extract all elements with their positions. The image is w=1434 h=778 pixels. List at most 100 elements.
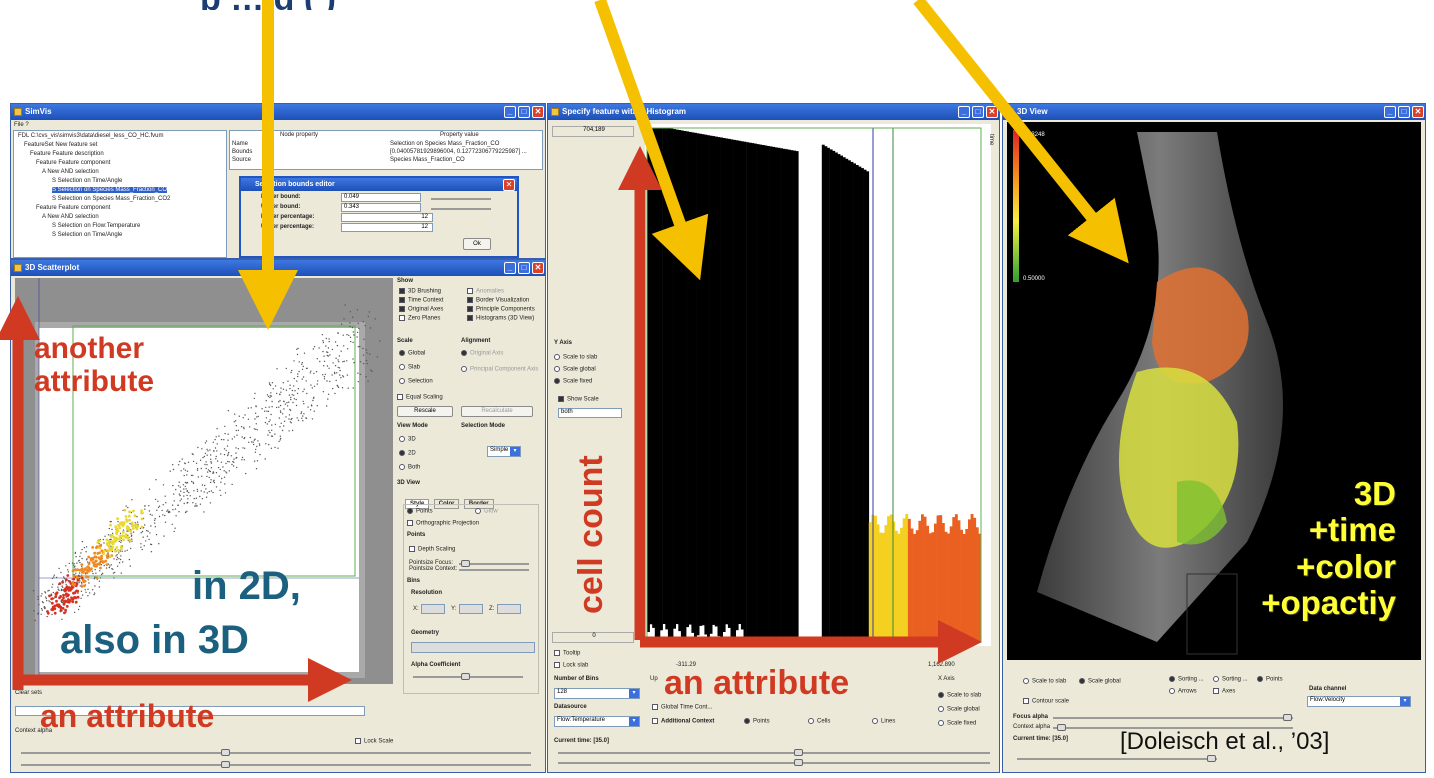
show-option-checkbox[interactable]: Histograms (3D View)	[467, 315, 534, 322]
additional-context-checkbox[interactable]: Additional Context	[652, 718, 714, 725]
histogram-time-slider-2[interactable]	[558, 759, 990, 766]
tree-node[interactable]: S Selection on Species Mass_Fraction_CO	[52, 187, 168, 193]
tree-node[interactable]: FeatureSet New feature set	[24, 142, 97, 148]
radio-option[interactable]: Slab	[399, 364, 420, 371]
ok-button[interactable]: Ok	[463, 238, 491, 250]
pointsize-context-slider[interactable]	[459, 569, 529, 571]
histogram-canvas[interactable]	[645, 124, 991, 646]
radio-option[interactable]: Global	[399, 350, 425, 357]
sorting-option-radio[interactable]: Sorting ...	[1169, 676, 1204, 683]
tree-node[interactable]: Feature Feature component	[36, 205, 110, 211]
close-button[interactable]: ✕	[1412, 106, 1424, 118]
close-button[interactable]: ✕	[532, 262, 544, 274]
glyph-option[interactable]: Arrows	[1169, 688, 1197, 695]
minimize-button[interactable]: _	[1384, 106, 1396, 118]
radio-option[interactable]: Scale global	[938, 706, 980, 713]
tree-node[interactable]: S Selection on Species Mass_Fraction_CO2	[52, 196, 170, 202]
lock-slab-checkbox[interactable]: Lock slab	[554, 662, 588, 669]
label-also-3d: also in 3D	[60, 618, 249, 662]
bounds-value-field[interactable]: 0.049	[341, 193, 421, 202]
bounds-value-field[interactable]: 12	[341, 213, 433, 222]
sorting-option-radio[interactable]: Points	[1257, 676, 1283, 683]
pointsize-focus-slider[interactable]	[459, 560, 529, 567]
radio-option[interactable]: Scale fixed	[554, 378, 592, 385]
sorting-option-radio[interactable]: Sorting ...	[1213, 676, 1248, 683]
tree-node[interactable]: A New AND selection	[42, 214, 99, 220]
radio-option[interactable]: Both	[399, 464, 420, 471]
lower-bound-slider[interactable]	[431, 198, 491, 200]
bounds-value-field[interactable]: 12	[341, 223, 433, 232]
show-option-checkbox[interactable]: Time Context	[399, 297, 443, 304]
close-button[interactable]: ✕	[986, 106, 998, 118]
minimize-button[interactable]: _	[958, 106, 970, 118]
show-option-checkbox[interactable]: Principle Components	[467, 306, 535, 313]
radio-option[interactable]: Principal Component Axis	[461, 366, 538, 373]
maximize-button[interactable]: □	[972, 106, 984, 118]
radio-option[interactable]: Original Axis	[461, 350, 503, 357]
tree-node[interactable]: Feature Feature description	[30, 151, 104, 157]
style-points-radio[interactable]: Points	[407, 508, 433, 515]
show-option-checkbox[interactable]: 3D Brushing	[399, 288, 441, 295]
depth-scaling-checkbox[interactable]: Depth Scaling	[409, 546, 455, 553]
upper-bound-slider[interactable]	[431, 208, 491, 210]
res-axis-field[interactable]	[497, 604, 521, 614]
datasource-select[interactable]: Flow:Temperature ▾	[554, 716, 640, 727]
show-option-checkbox[interactable]: Original Axes	[399, 306, 443, 313]
menu-bar[interactable]: File ?	[14, 122, 29, 128]
radio-option[interactable]: 3D	[399, 436, 416, 443]
selection-mode-select[interactable]: Simple ▾	[487, 446, 521, 457]
render-option-radio[interactable]: Lines	[872, 718, 895, 725]
view3d-time-slider[interactable]	[1017, 755, 1217, 762]
radio-option[interactable]: Scale global	[554, 366, 596, 373]
show-option-checkbox[interactable]: Zero Planes	[399, 315, 440, 322]
maximize-button[interactable]: □	[518, 262, 530, 274]
show-option-checkbox[interactable]: Border Visualization	[467, 297, 529, 304]
res-axis-label: X:	[413, 606, 419, 612]
tree-node[interactable]: S Selection on Flow:Temperature	[52, 223, 140, 229]
radio-option[interactable]: Scale to slab	[938, 692, 981, 699]
data-channel-select[interactable]: Flow:Velocity ▾	[1307, 696, 1411, 707]
radio-option[interactable]: Scale global	[1079, 678, 1121, 685]
tree-node[interactable]: Feature Feature component	[36, 160, 110, 166]
radio-option[interactable]: 2D	[399, 450, 416, 457]
render-option-radio[interactable]: Points	[744, 718, 770, 725]
alpha-slider[interactable]	[413, 673, 523, 680]
res-axis-field[interactable]	[459, 604, 483, 614]
tree-node[interactable]: FDL C:\cvs_vis\simvis3\data\diesel_less_…	[18, 133, 164, 139]
scale-select[interactable]: both	[558, 408, 622, 418]
equal-scaling-checkbox[interactable]: Equal Scaling	[397, 394, 443, 401]
maximize-button[interactable]: □	[1398, 106, 1410, 118]
tree-node[interactable]: S Selection on Time/Angle	[52, 178, 122, 184]
focus-alpha-slider[interactable]	[1053, 714, 1293, 721]
maximize-button[interactable]: □	[518, 106, 530, 118]
contour-scale-checkbox[interactable]: Contour scale	[1023, 698, 1069, 705]
geometry-select[interactable]	[411, 642, 535, 653]
radio-option[interactable]: Scale to slab	[554, 354, 597, 361]
glyph-option[interactable]: Axes	[1213, 688, 1235, 695]
close-button[interactable]: ✕	[532, 106, 544, 118]
lock-scale-checkbox[interactable]: Lock Scale	[355, 738, 393, 745]
tree-node[interactable]: S Selection on Time/Angle	[52, 232, 122, 238]
bounds-editor-close[interactable]: ✕	[503, 179, 515, 191]
show-scale-checkbox[interactable]: Show Scale	[558, 396, 599, 403]
radio-option[interactable]: Scale to slab	[1023, 678, 1066, 685]
minimize-button[interactable]: _	[504, 262, 516, 274]
tooltip-checkbox[interactable]: Tooltip	[554, 650, 580, 657]
radio-option[interactable]: Selection	[399, 378, 433, 385]
rescale-button[interactable]: Rescale	[397, 406, 453, 417]
histogram-time-slider-1[interactable]	[558, 749, 990, 756]
time-slider-1[interactable]	[21, 749, 531, 756]
style-glow-radio[interactable]: Glow	[475, 508, 498, 515]
global-time-checkbox[interactable]: Global Time Cont...	[652, 704, 712, 711]
recalculate-button[interactable]: Recalculate	[461, 406, 533, 417]
render-option-radio[interactable]: Cells	[808, 718, 830, 725]
show-option-checkbox[interactable]: Anomalies	[467, 288, 504, 295]
radio-option[interactable]: Scale fixed	[938, 720, 976, 727]
num-bins-select[interactable]: 128 ▾	[554, 688, 640, 699]
time-slider-2[interactable]	[21, 761, 531, 768]
bounds-value-field[interactable]: 0.343	[341, 203, 421, 212]
ortho-checkbox[interactable]: Orthographic Projection	[407, 520, 479, 527]
tree-node[interactable]: A New AND selection	[42, 169, 99, 175]
minimize-button[interactable]: _	[504, 106, 516, 118]
res-axis-field[interactable]	[421, 604, 445, 614]
